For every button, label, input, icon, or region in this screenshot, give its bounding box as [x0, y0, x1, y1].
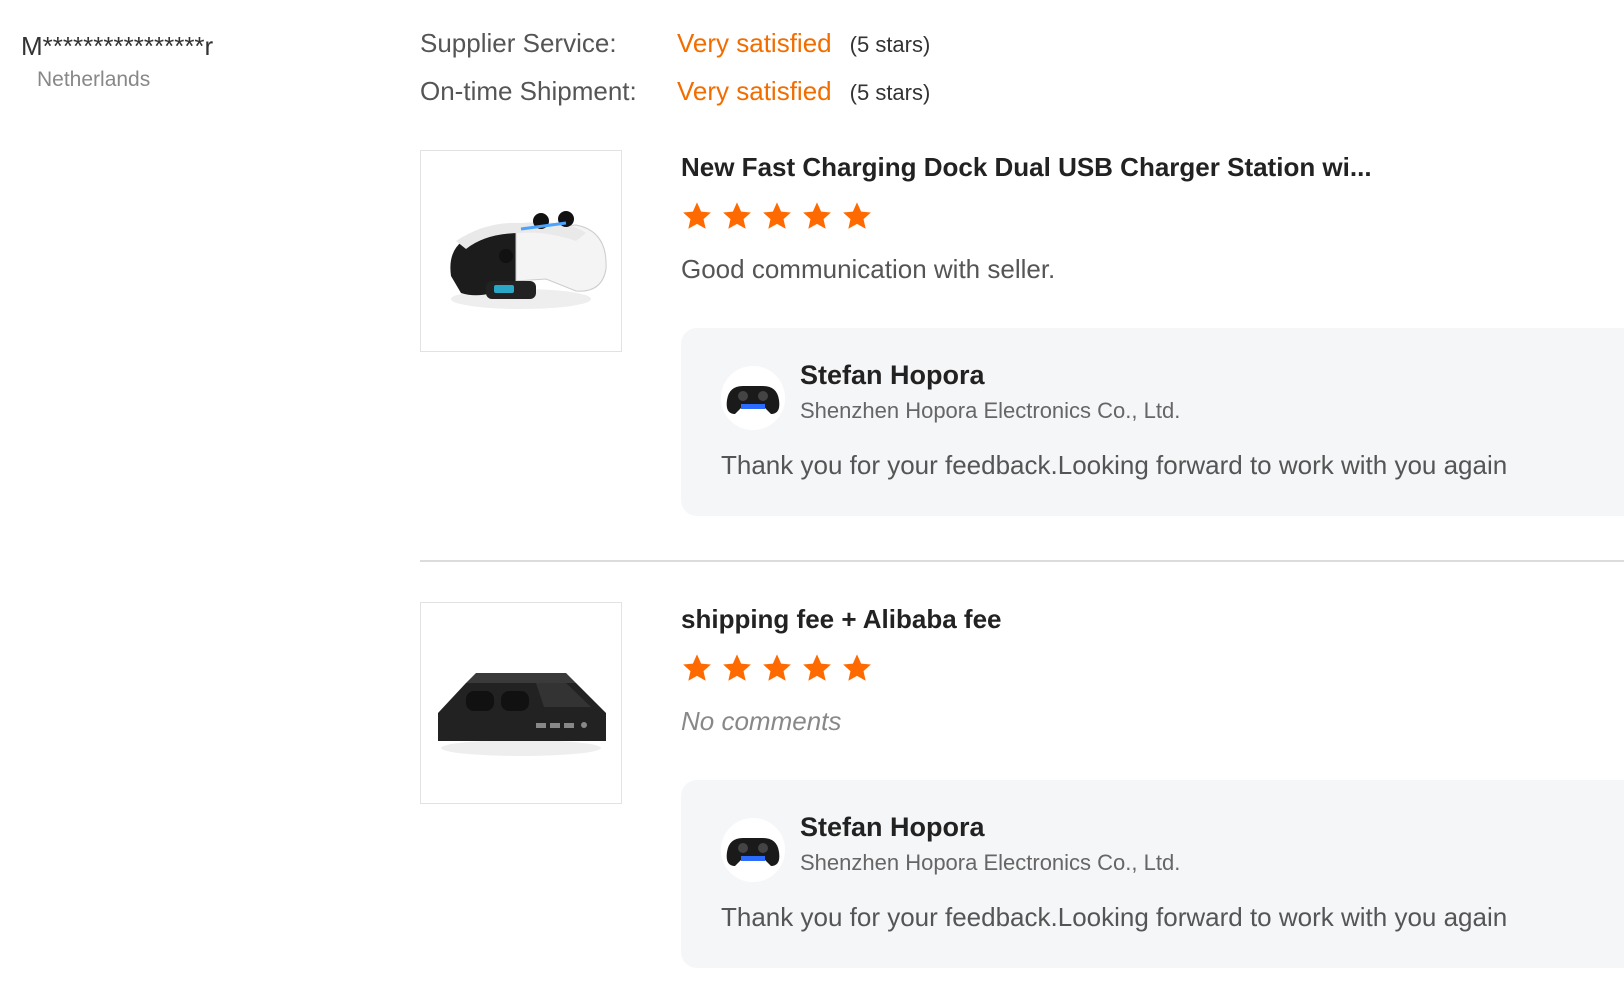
avatar: [721, 366, 785, 430]
console-stand-icon: [438, 673, 606, 756]
review-divider: [420, 560, 1624, 562]
metric-label: Supplier Service:: [420, 28, 617, 58]
reply-company: Shenzhen Hopora Electronics Co., Ltd.: [800, 398, 1181, 423]
product-thumbnail[interactable]: [420, 602, 622, 804]
star-icon: [803, 654, 831, 681]
metric-stars-count: (5 stars): [849, 32, 931, 57]
product-title[interactable]: shipping fee + Alibaba fee: [681, 602, 1624, 636]
avatar: [721, 818, 785, 882]
reply-text: Thank you for your feedback.Looking forw…: [721, 902, 1508, 932]
metric-value: Very satisfied: [677, 76, 832, 106]
metric-on-time-shipment: On-time Shipment: Very satisfied (5 star…: [420, 76, 930, 124]
star-icon: [683, 654, 711, 681]
star-icon: [843, 654, 871, 681]
star-icon: [723, 202, 751, 229]
rating-stars: [681, 200, 1624, 234]
reply-text: Thank you for your feedback.Looking forw…: [721, 450, 1508, 480]
star-icon: [723, 654, 751, 681]
reply-author-name: Stefan Hopora: [800, 360, 985, 390]
reviewer-country: Netherlands: [37, 68, 151, 91]
star-icon: [843, 202, 871, 229]
star-icon: [683, 202, 711, 229]
product-title[interactable]: New Fast Charging Dock Dual USB Charger …: [681, 150, 1624, 184]
metric-stars-count: (5 stars): [849, 80, 931, 105]
satisfaction-metrics: Supplier Service: Very satisfied (5 star…: [420, 28, 930, 124]
metric-label: On-time Shipment:: [420, 76, 637, 106]
star-icon: [763, 202, 791, 229]
gamepad-avatar-icon: [721, 366, 785, 430]
reviewer-info: M****************r Netherlands: [21, 30, 213, 98]
review-comment: No comments: [681, 706, 842, 736]
review-content: New Fast Charging Dock Dual USB Charger …: [681, 150, 1624, 516]
reply-author-name: Stefan Hopora: [800, 812, 985, 842]
rating-stars: [681, 652, 1624, 686]
reply-company: Shenzhen Hopora Electronics Co., Ltd.: [800, 850, 1181, 875]
supplier-reply: Stefan Hopora Shenzhen Hopora Electronic…: [681, 780, 1624, 968]
review-comment: Good communication with seller.: [681, 254, 1056, 284]
star-icon: [803, 202, 831, 229]
review-content: shipping fee + Alibaba fee No comments S…: [681, 602, 1624, 968]
star-icon: [763, 654, 791, 681]
supplier-reply: Stefan Hopora Shenzhen Hopora Electronic…: [681, 328, 1624, 516]
gamepad-avatar-icon: [721, 818, 785, 882]
metric-supplier-service: Supplier Service: Very satisfied (5 star…: [420, 28, 930, 76]
controller-charging-dock-icon: [450, 211, 607, 309]
product-thumbnail[interactable]: [420, 150, 622, 352]
reviewer-name: M****************r: [21, 31, 214, 61]
metric-value: Very satisfied: [677, 28, 832, 58]
